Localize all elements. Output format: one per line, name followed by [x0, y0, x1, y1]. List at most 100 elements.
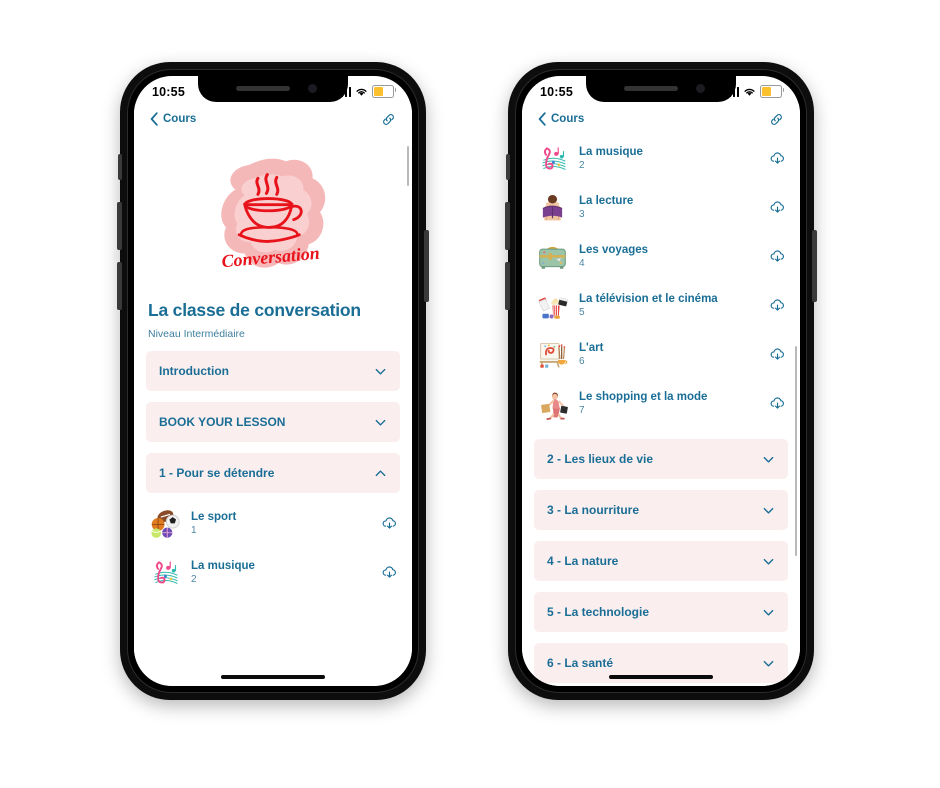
- nav-bar-right: Cours: [522, 104, 800, 134]
- volume-up-button[interactable]: [505, 202, 510, 250]
- lesson-item-les-voyages[interactable]: Les voyages 4: [522, 232, 800, 281]
- lesson-number: 1: [191, 525, 197, 536]
- back-button-label: Cours: [551, 113, 585, 125]
- music-notes-thumb: [536, 142, 569, 175]
- lesson-name: La musique: [579, 146, 643, 158]
- cinema-popcorn-thumb: [536, 289, 569, 322]
- chevron-down-icon: [763, 609, 774, 616]
- back-button[interactable]: Cours: [538, 112, 584, 126]
- cloud-download-icon[interactable]: [381, 515, 398, 532]
- accordion-la-technologie[interactable]: 5 - La technologie: [534, 592, 788, 632]
- cellular-bars-icon: [336, 86, 351, 97]
- accordion-la-nature[interactable]: 4 - La nature: [534, 541, 788, 581]
- accordion-introduction[interactable]: Introduction: [146, 351, 400, 391]
- scroll-content-right[interactable]: La musique 2 La lecture 3 Les voyages 4 …: [522, 134, 800, 686]
- accordion-la-nourriture[interactable]: 3 - La nourriture: [534, 490, 788, 530]
- lesson-item-la-television-et-le-cinema[interactable]: La télévision et le cinéma 5: [522, 281, 800, 330]
- lesson-number: 7: [579, 405, 585, 416]
- volume-up-button[interactable]: [117, 202, 122, 250]
- chevron-down-icon: [763, 558, 774, 565]
- status-indicators: [724, 84, 785, 99]
- accordion-label: 5 - La technologie: [547, 605, 650, 619]
- cloud-download-icon[interactable]: [769, 395, 786, 412]
- chevron-down-icon: [375, 419, 386, 426]
- battery-low-power-icon: [760, 84, 785, 99]
- status-time: 10:55: [152, 84, 185, 99]
- lesson-item-la-lecture[interactable]: La lecture 3: [522, 183, 800, 232]
- reading-person-thumb: [536, 191, 569, 224]
- scroll-content-left[interactable]: Conversation La classe de conversation N…: [134, 134, 412, 686]
- screenshot-canvas: 10:55 Cours Conversation La classe de co…: [0, 0, 940, 788]
- art-easel-thumb: [536, 338, 569, 371]
- accordion-label: Introduction: [159, 364, 229, 378]
- scrollbar-left[interactable]: [406, 146, 409, 186]
- lesson-name: Le sport: [191, 511, 237, 523]
- lesson-name: La musique: [191, 560, 255, 572]
- mute-switch-button[interactable]: [506, 154, 510, 180]
- back-button[interactable]: Cours: [150, 112, 196, 126]
- status-bar: 10:55: [522, 76, 800, 104]
- lesson-name: L'art: [579, 342, 604, 354]
- cloud-download-icon[interactable]: [769, 248, 786, 265]
- home-indicator[interactable]: [609, 675, 713, 679]
- scrollbar-right[interactable]: [794, 346, 797, 556]
- suitcase-thumb: [536, 240, 569, 273]
- cloud-download-icon[interactable]: [769, 150, 786, 167]
- accordion-pour-se-detendre[interactable]: 1 - Pour se détendre: [146, 453, 400, 493]
- lesson-number: 5: [579, 307, 585, 318]
- accordion-book-your-lesson[interactable]: BOOK YOUR LESSON: [146, 402, 400, 442]
- lesson-name: Le shopping et la mode: [579, 391, 708, 403]
- lesson-item-la-musique[interactable]: La musique 2: [522, 134, 800, 183]
- accordion-les-lieux-de-vie[interactable]: 2 - Les lieux de vie: [534, 439, 788, 479]
- power-button[interactable]: [424, 230, 429, 302]
- cloud-download-icon[interactable]: [769, 297, 786, 314]
- cloud-download-icon[interactable]: [381, 564, 398, 581]
- course-logo: Conversation: [134, 152, 412, 278]
- course-level: Niveau Intermédiaire: [148, 328, 245, 340]
- status-time: 10:55: [540, 84, 573, 99]
- lesson-number: 3: [579, 209, 585, 220]
- accordion-label: 2 - Les lieux de vie: [547, 452, 654, 466]
- phone-device-left: 10:55 Cours Conversation La classe de co…: [117, 62, 429, 700]
- lesson-item-le-sport[interactable]: Le sport 1: [134, 499, 412, 548]
- music-notes-thumb: [148, 556, 181, 589]
- accordion-label: 3 - La nourriture: [547, 503, 640, 517]
- status-indicators: [336, 84, 397, 99]
- lesson-number: 4: [579, 258, 585, 269]
- lesson-item-l-art[interactable]: L'art 6: [522, 330, 800, 379]
- page-title: La classe de conversation: [148, 300, 361, 320]
- home-indicator[interactable]: [221, 675, 325, 679]
- mute-switch-button[interactable]: [118, 154, 122, 180]
- cloud-download-icon[interactable]: [769, 346, 786, 363]
- lesson-item-la-musique[interactable]: La musique 2: [134, 548, 412, 597]
- accordion-label: 6 - La santé: [547, 656, 614, 670]
- status-bar: 10:55: [134, 76, 412, 104]
- shopping-woman-thumb: [536, 387, 569, 420]
- accordion-label: 4 - La nature: [547, 554, 619, 568]
- lesson-name: La lecture: [579, 195, 634, 207]
- volume-down-button[interactable]: [505, 262, 510, 310]
- lesson-number: 2: [579, 160, 585, 171]
- lesson-item-le-shopping-et-la-mode[interactable]: Le shopping et la mode 7: [522, 379, 800, 428]
- chevron-down-icon: [375, 368, 386, 375]
- accordion-label: BOOK YOUR LESSON: [159, 415, 286, 429]
- sports-balls-thumb: [148, 507, 181, 540]
- cellular-bars-icon: [724, 86, 739, 97]
- link-icon[interactable]: [769, 112, 784, 127]
- lesson-name: La télévision et le cinéma: [579, 293, 718, 305]
- link-icon[interactable]: [381, 112, 396, 127]
- lesson-name: Les voyages: [579, 244, 649, 256]
- lesson-number: 2: [191, 574, 197, 585]
- power-button[interactable]: [812, 230, 817, 302]
- volume-down-button[interactable]: [117, 262, 122, 310]
- cloud-download-icon[interactable]: [769, 199, 786, 216]
- phone-screen-right: 10:55 Cours La musique 2 La lecture 3 Le…: [522, 76, 800, 686]
- accordion-label: 1 - Pour se détendre: [159, 466, 275, 480]
- back-button-label: Cours: [163, 113, 197, 125]
- chevron-up-icon: [375, 469, 386, 476]
- phone-device-right: 10:55 Cours La musique 2 La lecture 3 Le…: [505, 62, 817, 700]
- chevron-down-icon: [763, 660, 774, 667]
- chevron-down-icon: [763, 507, 774, 514]
- phone-screen-left: 10:55 Cours Conversation La classe de co…: [134, 76, 412, 686]
- wifi-icon: [744, 88, 755, 96]
